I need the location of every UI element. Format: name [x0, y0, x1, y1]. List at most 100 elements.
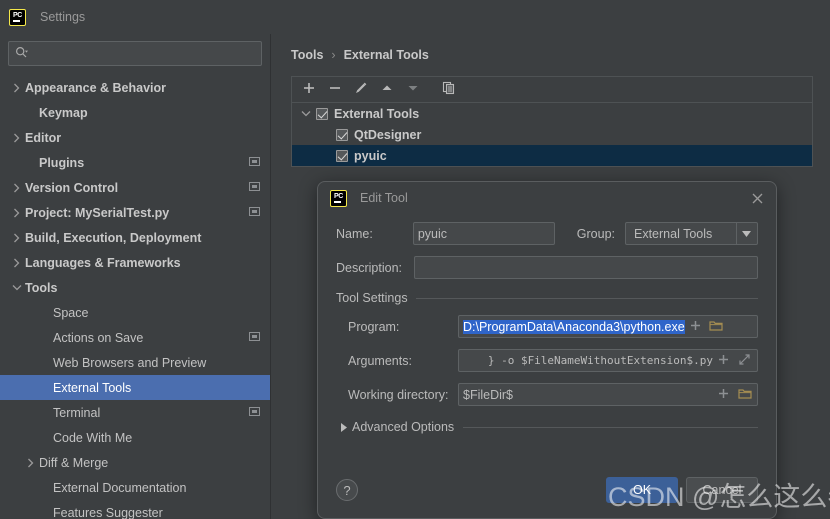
browse-folder-button[interactable] [706, 316, 727, 337]
sidebar-item-project-myserialtest-py[interactable]: Project: MySerialTest.py [0, 200, 270, 225]
tool-enabled-checkbox[interactable] [316, 107, 328, 120]
chevron-down-icon[interactable] [296, 110, 316, 117]
chevron-right-icon[interactable] [8, 233, 25, 243]
sidebar-item-external-documentation[interactable]: External Documentation [0, 475, 270, 500]
name-input[interactable]: pyuic [412, 222, 555, 245]
move-down-button[interactable] [400, 78, 426, 102]
tool-enabled-checkbox[interactable] [336, 128, 348, 141]
tool-tree-row[interactable]: External Tools [292, 103, 812, 124]
sidebar-item-web-browsers-and-preview[interactable]: Web Browsers and Preview [0, 350, 270, 375]
edit-tool-button[interactable] [348, 78, 374, 102]
dialog-header: PC Edit Tool [318, 182, 776, 214]
copy-tool-button[interactable] [436, 78, 462, 102]
chevron-right-icon[interactable] [8, 258, 25, 268]
copy-icon [442, 81, 456, 98]
search-box[interactable] [8, 41, 262, 66]
dialog-body: Name: pyuic Group: External Tools Descri… [318, 214, 776, 434]
sidebar-item-label: Tools [25, 280, 58, 295]
sidebar-item-languages-frameworks[interactable]: Languages & Frameworks [0, 250, 270, 275]
tool-tree-label: QtDesigner [354, 127, 422, 142]
search-area [0, 34, 270, 66]
tool-settings-fields: Program: D:\ProgramData\Anaconda3\python.… [336, 315, 758, 406]
ok-button[interactable]: OK [606, 477, 678, 503]
breadcrumb: Tools › External Tools [271, 34, 830, 62]
sidebar-item-label: Features Suggester [53, 505, 163, 519]
insert-macro-button[interactable] [713, 384, 734, 405]
plus-icon [717, 353, 730, 369]
browse-folder-button[interactable] [734, 384, 755, 405]
cancel-button[interactable]: Cancel [686, 477, 758, 503]
sidebar-item-features-suggester[interactable]: Features Suggester [0, 500, 270, 519]
sidebar-item-editor[interactable]: Editor [0, 125, 270, 150]
sidebar-item-label: Build, Execution, Deployment [25, 230, 202, 245]
sidebar-item-label: Plugins [39, 155, 85, 170]
chevron-right-icon[interactable] [8, 208, 25, 218]
sidebar-item-diff-merge[interactable]: Diff & Merge [0, 450, 270, 475]
tool-tree-row[interactable]: QtDesigner [292, 124, 812, 145]
move-up-button[interactable] [374, 78, 400, 102]
tool-setting-input[interactable]: } -o $FileNameWithoutExtension$.py [458, 349, 758, 372]
edit-tool-dialog: PC Edit Tool Name: pyuic Group: External… [317, 181, 777, 519]
sidebar-item-external-tools[interactable]: External Tools [0, 375, 270, 400]
plus-icon [717, 387, 730, 403]
sidebar-item-label: Languages & Frameworks [25, 255, 181, 270]
close-icon[interactable] [748, 189, 766, 207]
tool-setting-row: Program: D:\ProgramData\Anaconda3\python.… [336, 315, 758, 338]
tool-setting-input[interactable]: D:\ProgramData\Anaconda3\python.exe [458, 315, 758, 338]
help-button[interactable]: ? [336, 479, 358, 501]
sidebar-item-label: Version Control [25, 180, 119, 195]
chevron-right-icon[interactable] [8, 183, 25, 193]
breadcrumb-parent[interactable]: Tools [291, 48, 323, 62]
sidebar-item-version-control[interactable]: Version Control [0, 175, 270, 200]
dialog-title: Edit Tool [360, 191, 408, 205]
sidebar-item-keymap[interactable]: Keymap [0, 100, 270, 125]
description-input[interactable] [414, 256, 758, 279]
tool-setting-label: Working directory: [348, 387, 449, 402]
tool-enabled-checkbox[interactable] [336, 149, 348, 162]
settings-sidebar: Appearance & Behavior Keymap Editor Plugins… [0, 34, 271, 519]
chevron-right-icon[interactable] [8, 133, 25, 143]
sidebar-item-label: External Documentation [53, 480, 187, 495]
tool-tree-row[interactable]: pyuic [292, 145, 812, 166]
external-tools-tree: External Tools QtDesigner pyuic [291, 102, 813, 167]
chevron-down-icon[interactable] [8, 284, 25, 291]
expand-editor-button[interactable] [734, 350, 755, 371]
sidebar-item-space[interactable]: Space [0, 300, 270, 325]
tool-tree-label: pyuic [354, 148, 387, 163]
chevron-right-icon[interactable] [8, 83, 25, 93]
settings-badge-icon [249, 181, 260, 195]
search-icon [15, 46, 28, 62]
tool-setting-value: } -o $FileNameWithoutExtension$.py [487, 354, 713, 367]
sidebar-item-actions-on-save[interactable]: Actions on Save [0, 325, 270, 350]
sidebar-item-label: Web Browsers and Preview [53, 355, 207, 370]
insert-macro-button[interactable] [685, 316, 706, 337]
advanced-options-row[interactable]: Advanced Options [336, 420, 758, 434]
group-dropdown[interactable]: External Tools [625, 222, 758, 245]
sidebar-item-code-with-me[interactable]: Code With Me [0, 425, 270, 450]
settings-badge-icon [249, 156, 260, 170]
sidebar-item-label: Appearance & Behavior [25, 80, 167, 95]
chevron-down-icon[interactable] [735, 223, 757, 244]
sidebar-item-label: Actions on Save [53, 330, 144, 345]
sidebar-item-tools[interactable]: Tools [0, 275, 270, 300]
sidebar-item-plugins[interactable]: Plugins [0, 150, 270, 175]
settings-badge-icon [249, 406, 260, 420]
name-group-row: Name: pyuic Group: External Tools [336, 222, 758, 245]
advanced-options-label: Advanced Options [352, 420, 455, 434]
sidebar-item-build-execution-deployment[interactable]: Build, Execution, Deployment [0, 225, 270, 250]
window-title: Settings [40, 10, 86, 24]
tool-setting-input[interactable]: $FileDir$ [458, 383, 758, 406]
insert-macro-button[interactable] [713, 350, 734, 371]
folder-icon [709, 319, 723, 335]
sidebar-item-terminal[interactable]: Terminal [0, 400, 270, 425]
search-input[interactable] [28, 46, 255, 61]
sidebar-item-label: Editor [25, 130, 62, 145]
chevron-right-icon[interactable] [22, 458, 39, 468]
tool-setting-row: Working directory: $FileDir$ [336, 383, 758, 406]
sidebar-item-appearance-behavior[interactable]: Appearance & Behavior [0, 75, 270, 100]
add-tool-button[interactable] [296, 78, 322, 102]
name-input-value: pyuic [417, 226, 447, 241]
sidebar-item-label: Keymap [39, 105, 88, 120]
remove-tool-button[interactable] [322, 78, 348, 102]
tool-settings-label: Tool Settings [336, 291, 408, 305]
